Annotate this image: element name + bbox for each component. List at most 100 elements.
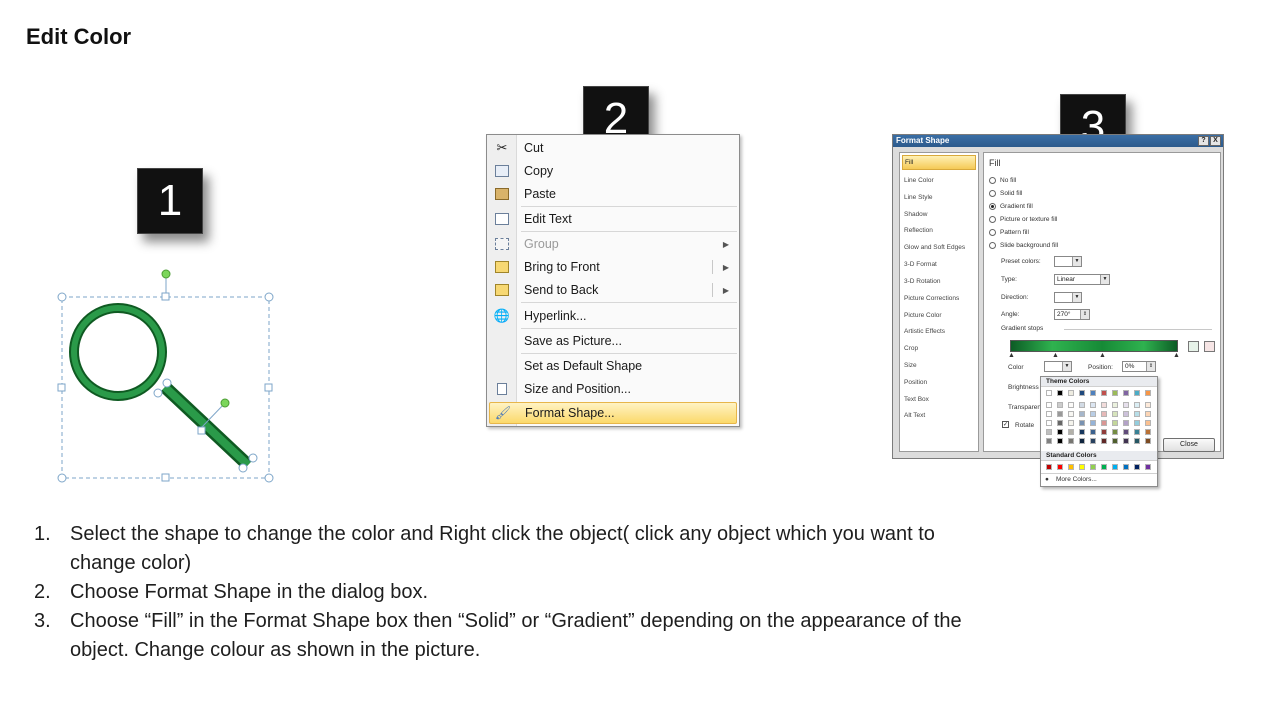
nav-item-picture-corrections[interactable]: Picture Corrections [904,295,959,302]
selected-magnifier-shape[interactable] [55,265,280,490]
theme-color-swatch[interactable] [1112,402,1118,408]
gradient-stop-marker[interactable]: ▲ [1052,352,1059,359]
nav-item-3d-format[interactable]: 3-D Format [904,261,937,268]
menu-item-format-shape[interactable]: 🖌 Format Shape... [489,402,737,424]
theme-color-swatch[interactable] [1145,402,1151,408]
nav-item-position[interactable]: Position [904,379,927,386]
nav-item-artistic-effects[interactable]: Artistic Effects [904,328,945,335]
theme-color-swatch[interactable] [1134,411,1140,417]
add-stop-button[interactable] [1188,341,1199,352]
theme-color-swatch[interactable] [1145,390,1151,396]
theme-color-swatch[interactable] [1123,402,1129,408]
nav-item-line-color[interactable]: Line Color [904,177,934,184]
submenu-arrow-icon[interactable]: ▶ [723,263,729,272]
menu-item-copy[interactable]: Copy [489,160,737,182]
theme-color-swatch[interactable] [1057,429,1063,435]
gradient-stop-marker[interactable]: ▲ [1099,352,1106,359]
theme-color-swatch[interactable] [1090,411,1096,417]
theme-color-swatch[interactable] [1112,411,1118,417]
theme-color-swatch[interactable] [1090,438,1096,444]
theme-color-swatch[interactable] [1046,420,1052,426]
theme-color-swatch[interactable] [1046,429,1052,435]
theme-color-swatch[interactable] [1123,390,1129,396]
theme-color-swatch[interactable] [1057,402,1063,408]
radio-slide-background-fill[interactable] [989,242,996,249]
theme-color-swatch[interactable] [1101,390,1107,396]
more-colors-link[interactable]: More Colors... [1056,476,1097,483]
radio-no-fill[interactable] [989,177,996,184]
help-button[interactable]: ? [1198,136,1209,146]
radio-picture-fill[interactable] [989,216,996,223]
theme-color-swatch[interactable] [1079,420,1085,426]
submenu-arrow-icon[interactable]: ▶ [723,286,729,295]
theme-color-swatch[interactable] [1134,390,1140,396]
radio-gradient-fill[interactable] [989,203,996,210]
theme-color-swatch[interactable] [1145,411,1151,417]
type-dropdown[interactable]: Linear ▼ [1054,274,1110,285]
theme-color-swatch[interactable] [1090,390,1096,396]
theme-color-swatch[interactable] [1134,429,1140,435]
theme-color-swatch[interactable] [1123,429,1129,435]
theme-color-swatch[interactable] [1079,411,1085,417]
theme-color-swatch[interactable] [1112,438,1118,444]
menu-item-save-as-picture[interactable]: Save as Picture... [489,330,737,352]
gradient-stop-marker[interactable]: ▲ [1008,352,1015,359]
theme-color-swatch[interactable] [1046,402,1052,408]
standard-color-swatch[interactable] [1057,464,1063,470]
stop-color-dropdown[interactable]: ▼ [1044,361,1072,372]
theme-color-swatch[interactable] [1112,390,1118,396]
theme-color-swatch[interactable] [1046,390,1052,396]
nav-item-glow[interactable]: Glow and Soft Edges [904,244,965,251]
nav-item-shadow[interactable]: Shadow [904,211,928,218]
radio-pattern-fill[interactable] [989,229,996,236]
standard-color-swatch[interactable] [1079,464,1085,470]
theme-color-swatch[interactable] [1134,420,1140,426]
theme-color-swatch[interactable] [1046,438,1052,444]
theme-color-swatch[interactable] [1079,438,1085,444]
theme-color-swatch[interactable] [1068,420,1074,426]
theme-color-swatch[interactable] [1079,429,1085,435]
menu-item-paste[interactable]: Paste [489,183,737,205]
nav-item-3d-rotation[interactable]: 3-D Rotation [904,278,941,285]
standard-color-swatch[interactable] [1068,464,1074,470]
menu-item-hyperlink[interactable]: 🌐 Hyperlink... [489,305,737,327]
standard-color-swatch[interactable] [1145,464,1151,470]
theme-color-swatch[interactable] [1112,420,1118,426]
gradient-stop-marker[interactable]: ▲ [1173,352,1180,359]
theme-color-swatch[interactable] [1123,411,1129,417]
nav-item-picture-color[interactable]: Picture Color [904,312,942,319]
nav-item-fill[interactable]: Fill [902,155,976,170]
nav-item-alt-text[interactable]: Alt Text [904,412,925,419]
nav-item-reflection[interactable]: Reflection [904,227,933,234]
menu-item-cut[interactable]: ✂ Cut [489,137,737,159]
preset-colors-dropdown[interactable]: ▼ [1054,256,1082,267]
remove-stop-button[interactable] [1204,341,1215,352]
menu-item-group[interactable]: Group ▶ [489,233,737,255]
theme-color-swatch[interactable] [1112,429,1118,435]
theme-color-swatch[interactable] [1068,438,1074,444]
menu-item-bring-to-front[interactable]: Bring to Front ▶ [489,256,737,278]
theme-color-swatch[interactable] [1079,402,1085,408]
theme-color-swatch[interactable] [1068,402,1074,408]
nav-item-size[interactable]: Size [904,362,917,369]
theme-color-swatch[interactable] [1134,438,1140,444]
theme-color-swatch[interactable] [1101,402,1107,408]
theme-color-swatch[interactable] [1057,390,1063,396]
nav-item-crop[interactable]: Crop [904,345,918,352]
angle-input[interactable]: 270° ⇕ [1054,309,1090,320]
menu-item-size-position[interactable]: Size and Position... [489,378,737,400]
theme-color-swatch[interactable] [1145,429,1151,435]
menu-item-send-to-back[interactable]: Send to Back ▶ [489,279,737,301]
theme-color-swatch[interactable] [1101,438,1107,444]
position-input[interactable]: 0% ⇕ [1122,361,1156,372]
rotate-checkbox[interactable]: ✓ [1002,421,1009,428]
theme-color-swatch[interactable] [1079,390,1085,396]
theme-color-swatch[interactable] [1057,438,1063,444]
theme-color-swatch[interactable] [1068,390,1074,396]
nav-item-line-style[interactable]: Line Style [904,194,933,201]
theme-color-swatch[interactable] [1090,402,1096,408]
theme-color-swatch[interactable] [1101,411,1107,417]
close-button[interactable]: Close [1163,438,1215,452]
theme-color-swatch[interactable] [1145,420,1151,426]
theme-color-swatch[interactable] [1068,411,1074,417]
